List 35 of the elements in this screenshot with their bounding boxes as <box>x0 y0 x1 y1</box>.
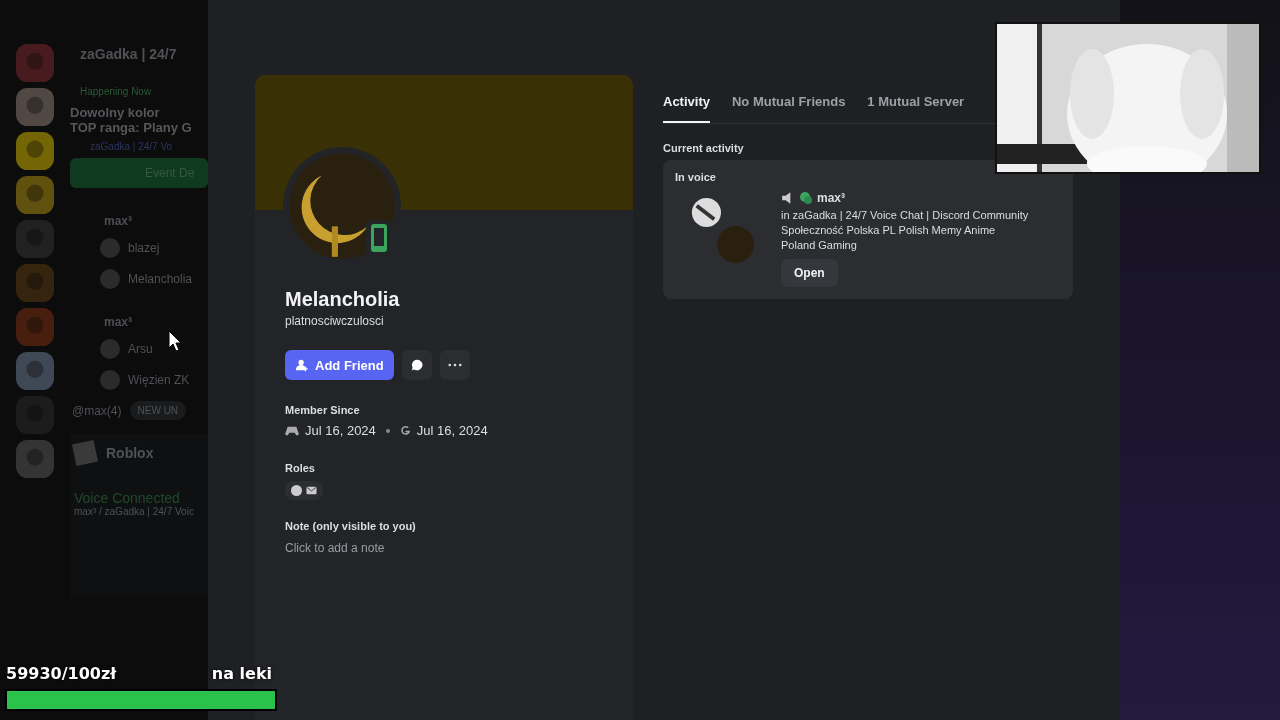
note-field[interactable]: Click to add a note <box>285 539 585 557</box>
goal-caption: na leki <box>211 664 272 683</box>
profile-tab[interactable]: 1 Mutual Server <box>867 90 965 123</box>
section-heading: Current activity <box>663 142 745 154</box>
display-name: Melancholia <box>285 288 401 311</box>
activity-name: Roblox <box>106 445 154 461</box>
profile-tab[interactable]: No Mutual Friends <box>731 90 846 123</box>
card-title: In voice <box>675 171 717 183</box>
member-date: Jul 16, 2024 <box>416 423 488 438</box>
add-friend-button[interactable]: Add Friend <box>285 350 394 380</box>
voice-channel-path[interactable]: max³ / zaGadka | 24/7 Voic <box>74 506 208 517</box>
roles-label: Roles <box>285 462 316 474</box>
note-label: Note (only visible to you) <box>285 520 417 532</box>
profile-tab[interactable]: Activity <box>663 90 710 123</box>
goal-amount: 59930/100zł <box>6 664 117 683</box>
user-name[interactable]: Melancholia <box>128 272 193 286</box>
open-button[interactable]: Open <box>781 259 838 287</box>
event-title: TOP ranga: Plany G <box>70 120 193 135</box>
voice-channel-name: max³ <box>817 191 845 205</box>
server-name[interactable]: zaGadka | 24/7 <box>80 46 208 62</box>
event-status: Happening Now <box>80 86 153 97</box>
mention-channel[interactable]: @max(4) <box>72 403 122 418</box>
event-title: Dowolny kolor <box>70 105 161 120</box>
user-name[interactable]: Więzien ZK <box>128 373 190 387</box>
voice-channel[interactable]: max³ <box>104 315 208 329</box>
voice-status: Voice Connected <box>74 490 181 506</box>
user-name[interactable]: Arsu <box>128 342 153 356</box>
event-location[interactable]: zaGadka | 24/7 Vo <box>90 141 208 152</box>
username: platnosciwczulosci <box>285 314 385 328</box>
member-date: Jul 16, 2024 <box>305 423 376 438</box>
new-unreads-pill[interactable]: NEW UN <box>129 401 187 420</box>
member-since-label: Member Since <box>285 404 361 416</box>
voice-channel[interactable]: max³ <box>104 214 208 228</box>
user-name[interactable]: blazej <box>128 241 160 255</box>
server-description: in zaGadka | 24/7 Voice Chat | Discord Community Społeczność Polska PL Polish Memy Anime Poland Gaming <box>781 208 1030 253</box>
